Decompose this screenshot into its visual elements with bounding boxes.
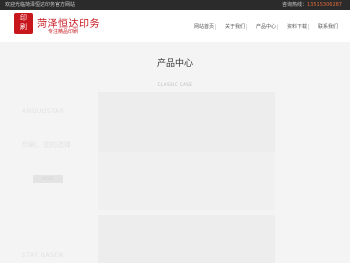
nav-about[interactable]: 关于我们 [225, 22, 245, 32]
top-bar: 欢迎光临菏泽恒达印务官方网站 咨询热线：13515306287 [0, 0, 350, 10]
welcome-text: 欢迎光临菏泽恒达印务官方网站 [5, 2, 76, 8]
product-card[interactable] [98, 215, 275, 263]
ghost-en-heading: ANQUOSTAR [22, 108, 65, 115]
nav-products[interactable]: 产品中心 [256, 22, 276, 32]
nav-home[interactable]: 网站首页 [194, 22, 214, 32]
section-title: 产品中心 [156, 59, 193, 69]
nav-divider [308, 24, 309, 30]
site-header: 印 刷 菏泽恒达印务 专注精品印刷 网站首页 关于我们 产品中心 资料下载 联系… [0, 10, 350, 42]
hotline: 咨询热线：13515306287 [282, 1, 342, 9]
more-button[interactable]: MORE [33, 175, 63, 183]
product-card[interactable] [98, 152, 275, 210]
nav-divider [246, 24, 247, 30]
nav-divider [215, 24, 216, 30]
product-card[interactable] [98, 92, 275, 152]
hotline-number[interactable]: 13515306287 [307, 2, 342, 8]
logo-slogan: 专注精品印刷 [48, 29, 79, 35]
section-subtitle: CLASSIC CASE [157, 82, 193, 87]
logo-seal-icon[interactable]: 印 刷 [14, 13, 33, 34]
nav-divider [277, 24, 278, 30]
ghost-en-heading-2: STAY BASEN [22, 252, 64, 259]
hotline-label: 咨询热线： [281, 2, 307, 8]
nav-contact[interactable]: 联系我们 [318, 22, 338, 32]
nav-downloads[interactable]: 资料下载 [287, 22, 307, 32]
ghost-cn-heading: 印刷，您的选择 [22, 141, 71, 149]
